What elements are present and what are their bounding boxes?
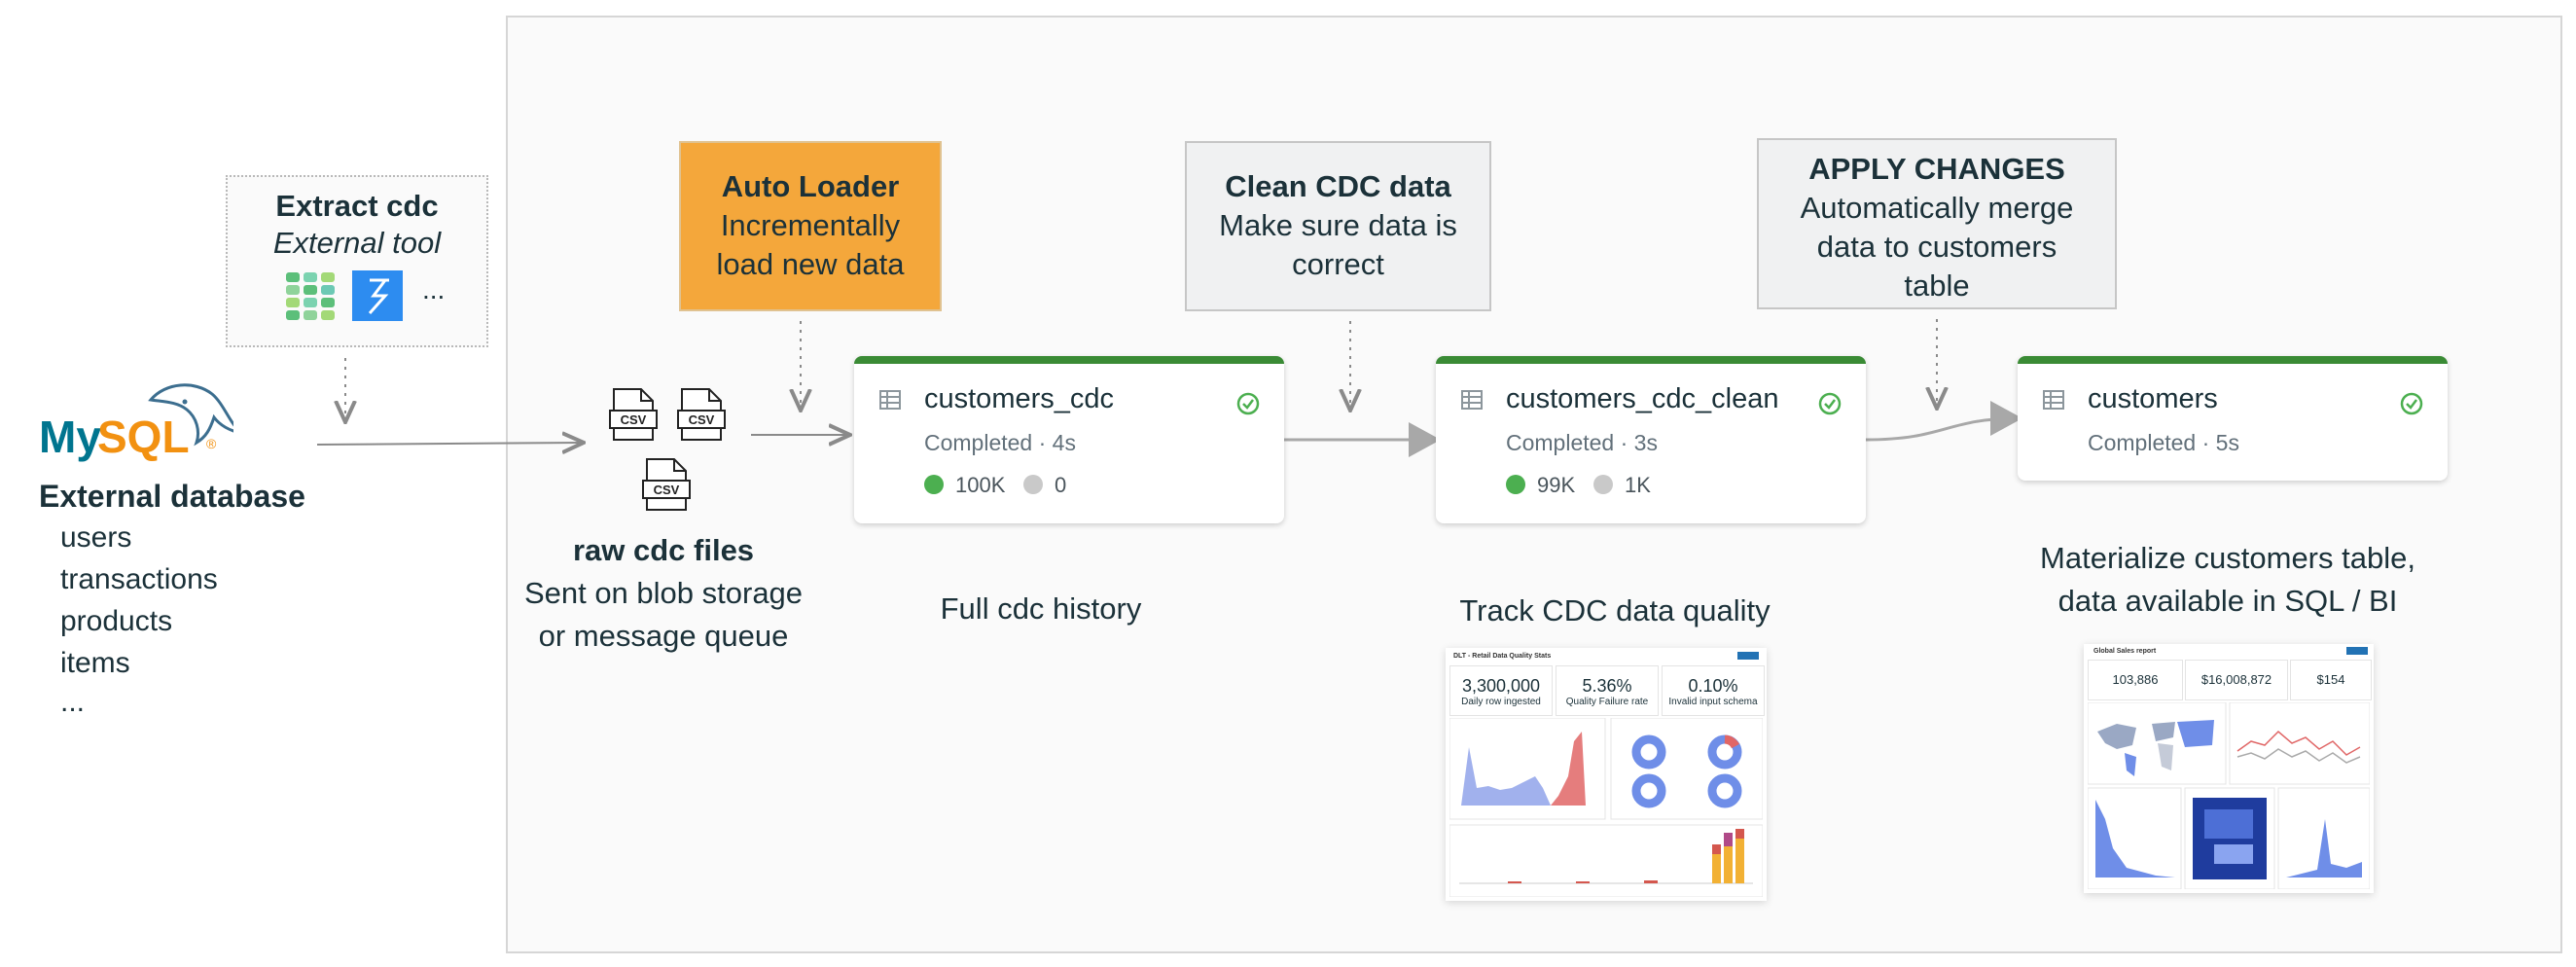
more-tools-ellipsis: ... <box>422 274 446 304</box>
raw-files-desc-line1: Sent on blob storage <box>523 576 804 610</box>
csv-file-icon: CSV <box>609 388 658 441</box>
clean-cdc-line1: Make sure data is <box>1219 208 1457 242</box>
db-table-item: ... <box>60 686 86 718</box>
clean-table-caption: Track CDC data quality <box>1459 593 1771 627</box>
table-name: customers <box>2088 383 2218 414</box>
apply-changes-step: APPLY CHANGES Automatically merge data t… <box>1757 138 2117 309</box>
mysql-logo: My SQL ® <box>39 373 247 470</box>
check-circle-icon <box>1236 392 1260 415</box>
svg-text:CSV: CSV <box>654 483 680 497</box>
sales-bi-dashboard[interactable]: Global Sales report 103,886 $16,008,872 … <box>2084 644 2374 893</box>
customers-caption-line2: data available in SQL / BI <box>2057 584 2398 618</box>
good-records-dot <box>924 475 944 494</box>
apply-changes-title: APPLY CHANGES <box>1808 152 2065 186</box>
apply-changes-line2: data to customers <box>1816 230 2057 264</box>
dq-dashboard-title: DLT - Retail Data Quality Stats <box>1453 653 1552 660</box>
check-circle-icon <box>2400 392 2423 415</box>
dropped-records-count: 1K <box>1625 473 1651 497</box>
data-quality-dashboard[interactable]: DLT - Retail Data Quality Stats 3,300,00… <box>1446 648 1767 901</box>
bi-kpi-card: $16,008,872 <box>2185 660 2288 700</box>
table-status: Completed · 4s <box>924 430 1076 455</box>
kpi-value: 3,300,000 <box>1461 676 1541 696</box>
table-card-customers-cdc[interactable]: customers_cdc Completed · 4s 100K 0 <box>854 356 1284 523</box>
kpi-label: Invalid input schema <box>1668 697 1758 707</box>
dropped-records-dot <box>1593 475 1613 494</box>
table-name: customers_cdc <box>924 383 1115 414</box>
bi-dashboard-title: Global Sales report <box>2093 648 2157 655</box>
table-icon <box>2043 390 2064 410</box>
fivetran-logo-icon <box>286 272 335 320</box>
dq-kpi-card: 0.10% Invalid input schema <box>1662 665 1765 716</box>
dq-kpi-card: 5.36% Quality Failure rate <box>1556 665 1659 716</box>
cdc-table-caption: Full cdc history <box>940 591 1142 626</box>
bi-dashboard-charts <box>2088 702 2370 889</box>
kpi-value: 0.10% <box>1688 676 1738 696</box>
svg-text:SQL: SQL <box>97 412 190 462</box>
table-card-customers[interactable]: customers Completed · 5s <box>2018 356 2448 481</box>
kpi-label: Daily row ingested <box>1461 697 1541 707</box>
table-name: customers_cdc_clean <box>1506 383 1779 414</box>
csv-file-icon: CSV <box>677 388 726 441</box>
mysql-dolphin-icon: My SQL ® <box>39 383 247 462</box>
clean-cdc-step: Clean CDC data Make sure data is correct <box>1185 141 1491 311</box>
apply-changes-line3: table <box>1904 269 1970 303</box>
extract-cdc-box: Extract cdc External tool ... <box>226 175 488 347</box>
dropped-records-dot <box>1023 475 1043 494</box>
db-table-item: users <box>60 521 132 554</box>
table-card-customers-cdc-clean[interactable]: customers_cdc_clean Completed · 3s 99K 1… <box>1436 356 1866 523</box>
dropped-records-count: 0 <box>1055 473 1067 497</box>
table-status: Completed · 5s <box>2088 430 2239 455</box>
external-database-title: External database <box>39 479 305 514</box>
edge-clean-to-customers <box>1865 401 2022 442</box>
dq-kpi-card: 3,300,000 Daily row ingested <box>1449 665 1553 716</box>
clean-cdc-line2: correct <box>1292 247 1384 281</box>
bi-kpi-card: $154 <box>2290 660 2372 700</box>
svg-text:®: ® <box>206 436 217 451</box>
dq-dashboard-charts <box>1449 718 1763 897</box>
kpi-value: $154 <box>2316 672 2345 687</box>
clean-cdc-title: Clean CDC data <box>1225 169 1451 203</box>
tool-logo-icon <box>352 270 403 321</box>
kpi-value: 5.36% <box>1582 676 1632 696</box>
dq-refresh-button <box>1737 652 1759 660</box>
auto-loader-title: Auto Loader <box>721 169 900 203</box>
svg-text:My: My <box>39 412 101 462</box>
table-icon <box>1461 390 1483 410</box>
kpi-value: $16,008,872 <box>2200 672 2272 687</box>
good-records-count: 100K <box>955 473 1006 497</box>
raw-files-desc-line2: or message queue <box>538 619 789 653</box>
db-table-item: transactions <box>60 563 218 595</box>
bi-refresh-button <box>2346 647 2368 655</box>
raw-cdc-files-title: raw cdc files <box>572 533 755 567</box>
table-status: Completed · 3s <box>1506 430 1658 455</box>
svg-text:CSV: CSV <box>621 412 647 427</box>
good-records-count: 99K <box>1537 473 1576 497</box>
customers-caption-line1: Materialize customers table, <box>2040 541 2415 575</box>
db-table-item: products <box>60 605 173 637</box>
apply-changes-line1: Automatically merge <box>1800 191 2074 225</box>
extract-subtitle: External tool <box>272 226 442 260</box>
table-icon <box>879 390 901 410</box>
bi-kpi-card: 103,886 <box>2088 660 2183 700</box>
check-circle-icon <box>1818 392 1842 415</box>
auto-loader-line1: Incrementally <box>720 208 901 242</box>
kpi-value: 103,886 <box>2112 672 2159 687</box>
auto-loader-line2: load new data <box>716 247 905 281</box>
good-records-dot <box>1506 475 1525 494</box>
arrow-db-to-files <box>316 443 582 445</box>
csv-file-icon: CSV <box>642 458 691 511</box>
extract-title: Extract cdc <box>275 189 439 223</box>
svg-text:CSV: CSV <box>689 412 715 427</box>
kpi-label: Quality Failure rate <box>1565 697 1649 707</box>
db-table-item: items <box>60 647 130 679</box>
auto-loader-step: Auto Loader Incrementally load new data <box>679 141 942 311</box>
